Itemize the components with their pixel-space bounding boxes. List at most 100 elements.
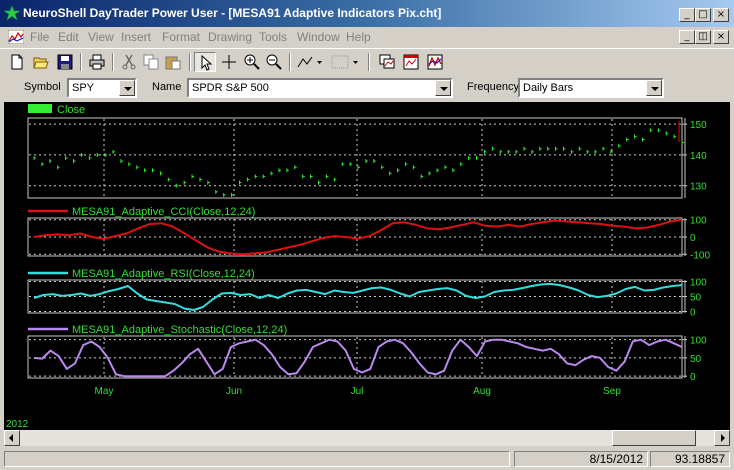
open-icon	[33, 57, 49, 69]
line-tool-button[interactable]	[294, 52, 324, 72]
year-label: 2012	[6, 419, 29, 430]
menu-edit[interactable]: Edit	[58, 30, 79, 44]
save-icon	[57, 54, 73, 70]
menu-tools[interactable]: Tools	[259, 30, 287, 44]
toolbar-separator	[289, 53, 291, 71]
toolbar	[0, 48, 734, 75]
menu-insert[interactable]: Insert	[121, 30, 151, 44]
frequency-label: Frequency	[467, 81, 519, 93]
document-icon[interactable]	[8, 30, 24, 44]
legend-swatch-close	[28, 104, 52, 113]
menu-drawing[interactable]: Drawing	[208, 30, 252, 44]
print-icon	[89, 54, 105, 70]
open-button[interactable]	[30, 52, 52, 72]
zoom-in-icon	[244, 54, 260, 70]
y-tick-label-cci: -100	[690, 250, 710, 261]
y-tick-label-close: 130	[690, 182, 707, 193]
toolbar-separator	[80, 53, 82, 71]
zoom-out-button[interactable]	[263, 52, 285, 72]
symbol-value: SPY	[72, 82, 95, 94]
frequency-combo[interactable]: Daily Bars	[518, 78, 664, 98]
copy-button[interactable]	[140, 52, 162, 72]
y-tick-label-cci: 100	[690, 216, 707, 227]
symbol-combo[interactable]: SPY	[67, 78, 137, 98]
zoom-in-button[interactable]	[241, 52, 263, 72]
y-tick-label-close: 150	[690, 120, 707, 131]
mdi-minimize-button[interactable]: _	[679, 30, 695, 44]
panel-title-rsi: MESA91_Adaptive_RSI(Close,12,24)	[72, 268, 255, 280]
y-tick-label-rsi: 100	[690, 278, 707, 289]
y-tick-label-rsi: 50	[690, 293, 702, 304]
chart-window-button[interactable]	[376, 52, 398, 72]
x-tick-label: Sep	[603, 386, 621, 397]
toolbar-separator	[112, 53, 114, 71]
y-tick-label-stochastic: 0	[690, 372, 696, 383]
print-button[interactable]	[86, 52, 108, 72]
close-button[interactable]: ×	[713, 8, 729, 22]
mdi-close-button[interactable]: ×	[713, 30, 729, 44]
scroll-thumb[interactable]	[612, 430, 696, 446]
x-tick-label: Jun	[226, 386, 242, 397]
status-value: 93.18857	[650, 451, 730, 467]
copy-icon	[143, 54, 159, 70]
window-title: NeuroShell DayTrader Power User - [MESA9…	[23, 6, 442, 20]
x-tick-label: Jul	[351, 386, 364, 397]
cut-icon	[122, 54, 136, 70]
x-tick-label: Aug	[473, 386, 491, 397]
menu-bar: File Edit View Insert Format Drawing Too…	[0, 27, 734, 48]
chevron-down-icon[interactable]	[435, 80, 451, 96]
cut-button[interactable]	[118, 52, 140, 72]
pointer-icon	[201, 55, 213, 71]
status-message	[4, 451, 510, 467]
minimize-button[interactable]: _	[679, 8, 695, 22]
maximize-button[interactable]: □	[695, 8, 711, 22]
menu-help[interactable]: Help	[346, 30, 371, 44]
toolbar-separator	[368, 53, 370, 71]
crosshair-icon	[222, 55, 236, 69]
menu-window[interactable]: Window	[297, 30, 340, 44]
mdi-restore-button[interactable]: ◫	[695, 30, 711, 44]
chart-type-button[interactable]	[400, 52, 422, 72]
paste-icon	[165, 56, 181, 70]
chevron-down-icon[interactable]	[119, 80, 135, 96]
menu-format[interactable]: Format	[162, 30, 200, 44]
paste-button[interactable]	[162, 52, 184, 72]
scroll-left-button[interactable]	[4, 430, 20, 446]
panel-frame-stochastic	[27, 335, 683, 379]
y-tick-label-stochastic: 100	[690, 336, 707, 347]
y-tick-label-rsi: 0	[690, 308, 696, 319]
menu-view[interactable]: View	[88, 30, 114, 44]
toolbar-separator	[189, 53, 191, 71]
panel-title-cci: MESA91_Adaptive_CCI(Close,12,24)	[72, 206, 255, 218]
status-date: 8/15/2012	[514, 451, 648, 467]
name-combo[interactable]: SPDR S&P 500	[187, 78, 453, 98]
name-label: Name	[152, 81, 182, 93]
new-button[interactable]	[6, 52, 28, 72]
y-tick-label-cci: 0	[690, 233, 696, 244]
pointer-button[interactable]	[194, 52, 216, 72]
title-bar: NeuroShell DayTrader Power User - [MESA9…	[0, 0, 734, 27]
frequency-value: Daily Bars	[523, 82, 574, 94]
x-tick-label: May	[95, 386, 114, 397]
pattern-tool-button[interactable]	[328, 52, 360, 72]
symbol-label: Symbol	[24, 81, 61, 93]
crosshair-button[interactable]	[218, 52, 240, 72]
y-tick-label-stochastic: 50	[690, 354, 702, 365]
panel-title-close: Close	[57, 104, 85, 116]
line-tool-icon	[297, 56, 322, 68]
status-bar: 8/15/2012 93.18857	[0, 448, 734, 470]
horizontal-scrollbar[interactable]	[4, 430, 730, 446]
chevron-down-icon[interactable]	[646, 80, 662, 96]
panel-title-stochastic: MESA91_Adaptive_Stochastic(Close,12,24)	[72, 324, 287, 336]
name-value: SPDR S&P 500	[192, 82, 269, 94]
indicator-icon	[427, 54, 443, 70]
menu-file[interactable]: File	[30, 30, 49, 44]
chart-canvas[interactable]: 130 140 150 Close 100 0 -100 MESA91_Adaptive_CC…	[4, 102, 730, 430]
scroll-right-button[interactable]	[714, 430, 730, 446]
save-button[interactable]	[54, 52, 76, 72]
chart-type-icon	[403, 54, 419, 70]
indicator-button[interactable]	[424, 52, 446, 72]
zoom-out-icon	[266, 54, 282, 70]
chart-area[interactable]: 130 140 150 Close 100 0 -100 MESA91_Adaptive_CC…	[4, 102, 730, 430]
new-icon	[11, 54, 23, 70]
